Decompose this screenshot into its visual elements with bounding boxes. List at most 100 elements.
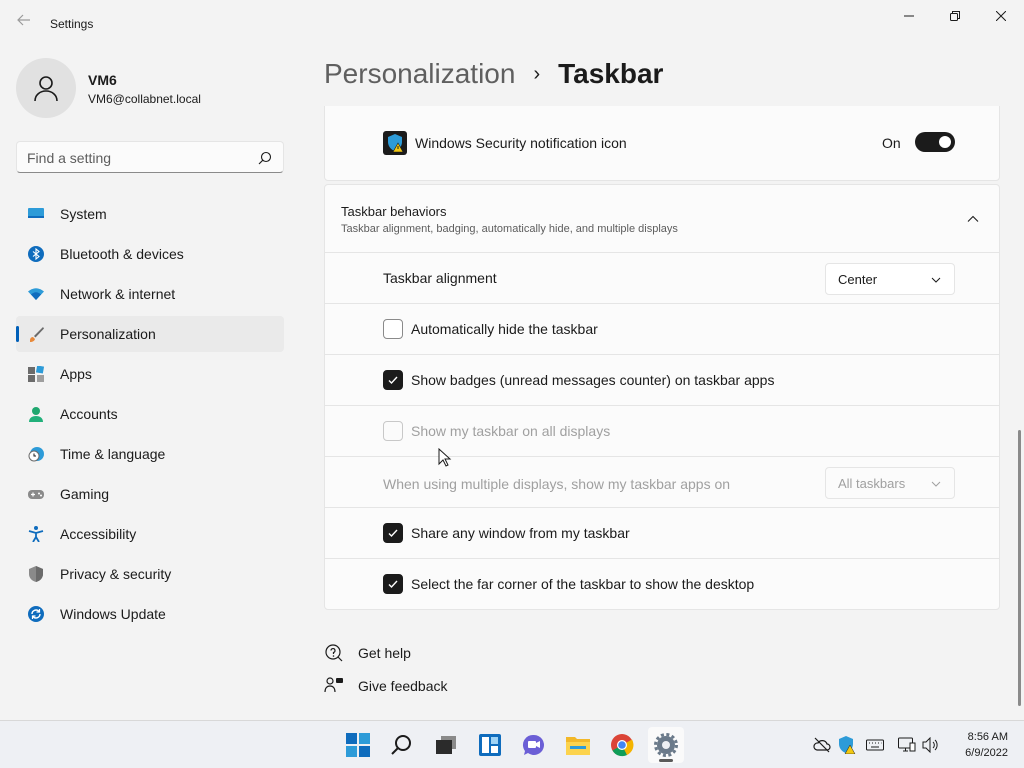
share-window-checkbox[interactable] [383,523,403,543]
keyboard-tray-button[interactable] [865,735,885,755]
sidebar-item-time-language[interactable]: Time & language [16,436,284,472]
security-icon-toggle[interactable] [915,132,955,152]
breadcrumb-parent[interactable]: Personalization [324,58,515,90]
clock-globe-icon [28,447,44,462]
give-feedback-label: Give feedback [358,678,448,694]
far-corner-checkbox[interactable] [383,574,403,594]
settings-app-button[interactable] [648,727,684,763]
user-name: VM6 [88,72,117,88]
settings-content: Windows Security notification icon On Ta… [324,106,1000,718]
windows-security-icon [383,131,407,155]
badges-checkbox[interactable] [383,370,403,390]
search-icon[interactable] [257,150,273,166]
scrollbar[interactable] [1018,430,1021,706]
sidebar-item-accessibility[interactable]: Accessibility [16,516,284,552]
app-title: Settings [50,17,94,31]
clock-date: 6/9/2022 [965,747,1008,759]
sidebar-item-privacy-security[interactable]: Privacy & security [16,556,284,592]
sidebar-item-label: System [60,206,107,222]
get-help-link[interactable]: Get help [324,643,411,663]
chat-icon [522,734,544,755]
sidebar-item-apps[interactable]: Apps [16,356,284,392]
alignment-label: Taskbar alignment [383,270,497,286]
onedrive-tray-button[interactable] [812,735,832,755]
chevron-up-icon[interactable] [965,211,981,227]
far-corner-label[interactable]: Select the far corner of the taskbar to … [411,576,754,592]
close-button[interactable] [978,0,1024,32]
sidebar-item-system[interactable]: System [16,196,284,232]
taskbar: 8:56 AM 6/9/2022 [0,720,1024,768]
sidebar-item-gaming[interactable]: Gaming [16,476,284,512]
sidebar-item-bluetooth[interactable]: Bluetooth & devices [16,236,284,272]
start-button[interactable] [340,727,376,763]
search-box[interactable] [16,141,284,173]
sidebar-nav: System Bluetooth & devices Network & int… [16,196,284,636]
sidebar-item-personalization[interactable]: Personalization [16,316,284,352]
chevron-right-icon: › [533,62,541,85]
user-profile[interactable]: VM6 VM6@collabnet.local [16,58,286,118]
all-displays-checkbox [383,421,403,441]
dropdown-value: Center [838,272,878,287]
multi-display-dropdown: All taskbars [825,467,955,499]
user-email: VM6@collabnet.local [88,92,201,106]
sidebar-item-label: Apps [60,366,92,382]
clock-time: 8:56 AM [967,731,1008,743]
controller-icon [28,490,44,499]
sidebar-item-label: Windows Update [60,606,166,622]
widgets-button[interactable] [472,727,508,763]
task-view-icon [436,736,456,754]
taskbar-behaviors-header[interactable]: Taskbar behaviors Taskbar alignment, bad… [325,185,999,253]
section-subtitle: Taskbar alignment, badging, automaticall… [341,223,678,235]
minimize-icon [904,15,914,17]
settings-icon [654,733,678,757]
badges-label[interactable]: Show badges (unread messages counter) on… [411,372,774,388]
feedback-icon [324,677,343,693]
task-view-button[interactable] [428,727,464,763]
sidebar-item-windows-update[interactable]: Windows Update [16,596,284,632]
shield-icon [29,566,43,582]
far-corner-row: Select the far corner of the taskbar to … [325,559,999,610]
search-input[interactable] [27,148,247,168]
sidebar-item-label: Accounts [60,406,118,422]
file-explorer-icon [566,737,590,755]
checkmark-icon [388,376,398,385]
help-icon [325,644,343,662]
avatar [16,58,76,118]
security-tray-button[interactable] [837,735,857,755]
restore-icon [950,11,960,21]
chrome-icon [611,734,634,757]
network-tray-button[interactable] [897,735,917,755]
search-icon [391,735,411,755]
system-clock[interactable]: 8:56 AM 6/9/2022 [948,729,1008,761]
sidebar-item-network[interactable]: Network & internet [16,276,284,312]
dropdown-value: All taskbars [838,476,906,491]
breadcrumb: Personalization › Taskbar [324,58,663,90]
start-icon [346,733,370,757]
chrome-button[interactable] [604,727,640,763]
multi-display-label: When using multiple displays, show my ta… [383,476,731,492]
give-feedback-link[interactable]: Give feedback [324,676,448,696]
minimize-button[interactable] [886,0,932,32]
sidebar-item-label: Privacy & security [60,566,172,582]
bluetooth-icon [28,246,44,262]
taskbar-search-button[interactable] [384,727,420,763]
all-displays-label: Show my taskbar on all displays [411,423,611,439]
security-warning-icon [839,736,856,754]
page-title: Taskbar [558,58,664,89]
person-icon [29,407,43,422]
back-arrow-icon [17,14,30,26]
share-window-label[interactable]: Share any window from my taskbar [411,525,630,541]
volume-tray-button[interactable] [921,735,941,755]
chat-button[interactable] [516,727,552,763]
accessibility-icon [28,526,44,542]
auto-hide-label[interactable]: Automatically hide the taskbar [411,321,598,337]
back-button[interactable] [12,12,36,36]
alignment-dropdown[interactable]: Center [825,263,955,295]
brush-icon [30,327,44,342]
auto-hide-checkbox[interactable] [383,319,403,339]
sidebar-item-accounts[interactable]: Accounts [16,396,284,432]
file-explorer-button[interactable] [560,727,596,763]
chevron-down-icon [931,481,941,487]
monitor-icon [28,208,44,218]
maximize-button[interactable] [932,0,978,32]
